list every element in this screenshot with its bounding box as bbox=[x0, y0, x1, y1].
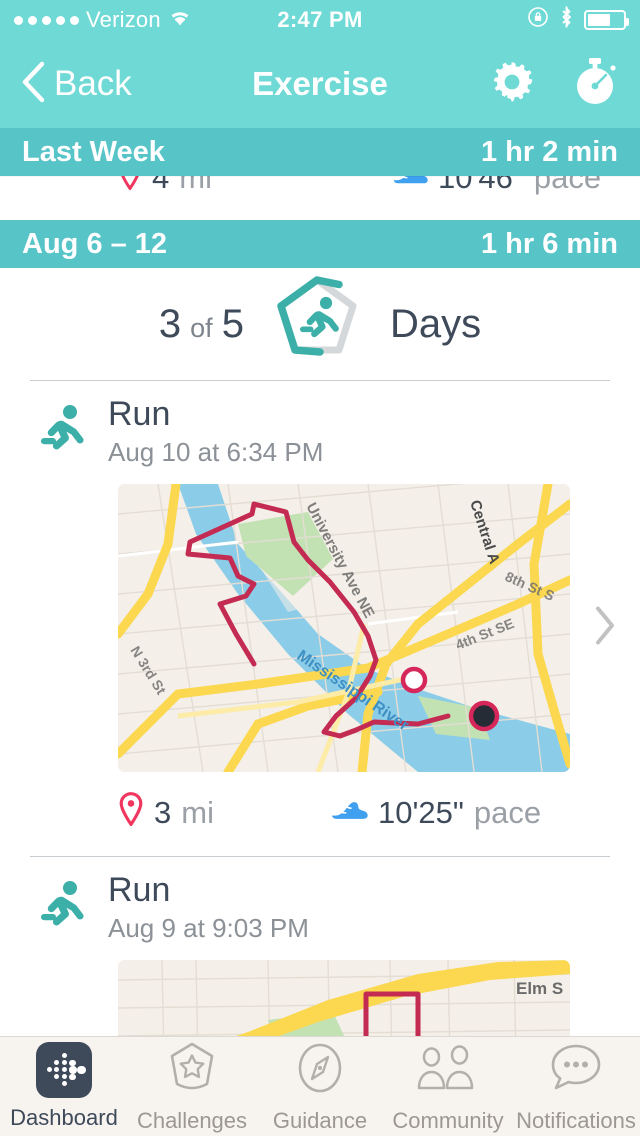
weekly-days-goal: 3 of 5 Days bbox=[0, 268, 640, 380]
nav-actions bbox=[488, 56, 620, 113]
week-duration: 1 hr 2 min bbox=[481, 136, 618, 169]
tab-community[interactable]: Community bbox=[384, 1040, 512, 1134]
route-map[interactable]: University Ave NE Central A 8th St S 4th… bbox=[118, 484, 570, 772]
chevron-left-icon bbox=[20, 60, 46, 109]
activity-header: Run Aug 10 at 6:34 PM bbox=[0, 381, 640, 478]
chevron-right-icon[interactable] bbox=[592, 604, 618, 653]
speech-bubble-icon bbox=[547, 1040, 605, 1101]
map-pin-icon bbox=[118, 176, 142, 198]
distance-unit: mi bbox=[181, 795, 214, 831]
distance-stat: 3 mi bbox=[118, 792, 214, 834]
activity-stats: 3 mi 10'25" pace bbox=[0, 772, 640, 856]
svg-text:Elm S: Elm S bbox=[516, 979, 563, 998]
days-of-word: of bbox=[190, 313, 213, 344]
running-shoe-icon bbox=[330, 794, 368, 832]
start-marker bbox=[403, 669, 425, 691]
compass-icon bbox=[293, 1040, 347, 1101]
week-header-last-week[interactable]: Last Week 1 hr 2 min bbox=[0, 128, 640, 176]
tab-challenges[interactable]: Challenges bbox=[128, 1040, 256, 1134]
days-count: 3 of 5 bbox=[159, 302, 244, 347]
running-shoe-icon bbox=[392, 176, 428, 196]
status-bar-right bbox=[527, 5, 626, 35]
runner-shield-badge-icon bbox=[274, 274, 360, 375]
fitbit-logo-icon bbox=[36, 1042, 92, 1098]
navigation-bar: Back Exercise bbox=[0, 40, 640, 128]
distance-unit: mi bbox=[179, 176, 212, 196]
pace-value: 10'46" bbox=[438, 176, 524, 196]
activity-header: Run Aug 9 at 9:03 PM bbox=[0, 857, 640, 954]
tab-notifications[interactable]: Notifications bbox=[512, 1040, 640, 1134]
back-button[interactable]: Back bbox=[20, 60, 132, 109]
tab-label: Community bbox=[392, 1108, 503, 1134]
runner-icon bbox=[38, 879, 86, 936]
days-completed: 3 bbox=[159, 302, 181, 347]
week-label: Aug 6 – 12 bbox=[22, 228, 167, 261]
gear-icon[interactable] bbox=[488, 58, 536, 111]
activity-title: Run bbox=[108, 871, 309, 909]
runner-icon bbox=[38, 403, 86, 460]
tab-label: Dashboard bbox=[10, 1105, 118, 1131]
end-marker bbox=[471, 703, 497, 729]
pace-stat: 10'46" pace bbox=[392, 176, 601, 196]
back-label: Back bbox=[54, 64, 132, 104]
distance-value: 4 bbox=[152, 176, 169, 196]
distance-stat: 4 mi bbox=[118, 176, 212, 198]
distance-value: 3 bbox=[154, 795, 171, 831]
pace-stat: 10'25" pace bbox=[330, 794, 541, 832]
shield-star-icon bbox=[165, 1040, 219, 1101]
map-pin-icon bbox=[118, 792, 144, 834]
bluetooth-icon bbox=[559, 5, 574, 35]
week-header-aug-6-12[interactable]: Aug 6 – 12 1 hr 6 min bbox=[0, 220, 640, 268]
activity-datetime: Aug 9 at 9:03 PM bbox=[108, 913, 309, 944]
tab-guidance[interactable]: Guidance bbox=[256, 1040, 384, 1134]
tab-label: Guidance bbox=[273, 1108, 367, 1134]
days-label: Days bbox=[390, 302, 481, 347]
tab-label: Notifications bbox=[516, 1108, 636, 1134]
pace-unit: pace bbox=[534, 176, 601, 196]
activity-entry[interactable]: Run Aug 9 at 9:03 PM Elm S bbox=[0, 857, 640, 1064]
week-label: Last Week bbox=[22, 136, 165, 169]
activity-entry[interactable]: Run Aug 10 at 6:34 PM bbox=[0, 381, 640, 856]
activity-text: Run Aug 10 at 6:34 PM bbox=[108, 395, 323, 468]
rotation-lock-icon bbox=[527, 6, 549, 34]
activity-map-wrapper[interactable]: University Ave NE Central A 8th St S 4th… bbox=[118, 484, 640, 772]
people-icon bbox=[417, 1040, 479, 1101]
activity-datetime: Aug 10 at 6:34 PM bbox=[108, 437, 323, 468]
days-goal: 5 bbox=[222, 302, 244, 347]
tab-dashboard[interactable]: Dashboard bbox=[0, 1042, 128, 1131]
exercise-screen: Verizon 2:47 PM bbox=[0, 0, 640, 1136]
week-duration: 1 hr 6 min bbox=[481, 228, 618, 261]
activity-text: Run Aug 9 at 9:03 PM bbox=[108, 871, 309, 944]
pace-unit: pace bbox=[474, 795, 541, 831]
battery-icon bbox=[584, 10, 626, 30]
stopwatch-icon[interactable] bbox=[570, 56, 620, 113]
activity-title: Run bbox=[108, 395, 323, 433]
clipped-activity-stats: 4 mi 10'46" pace bbox=[0, 176, 640, 220]
pace-value: 10'25" bbox=[378, 795, 464, 831]
status-bar: Verizon 2:47 PM bbox=[0, 0, 640, 40]
bottom-tab-bar: Dashboard Challenges Guidance bbox=[0, 1036, 640, 1136]
tab-label: Challenges bbox=[137, 1108, 247, 1134]
